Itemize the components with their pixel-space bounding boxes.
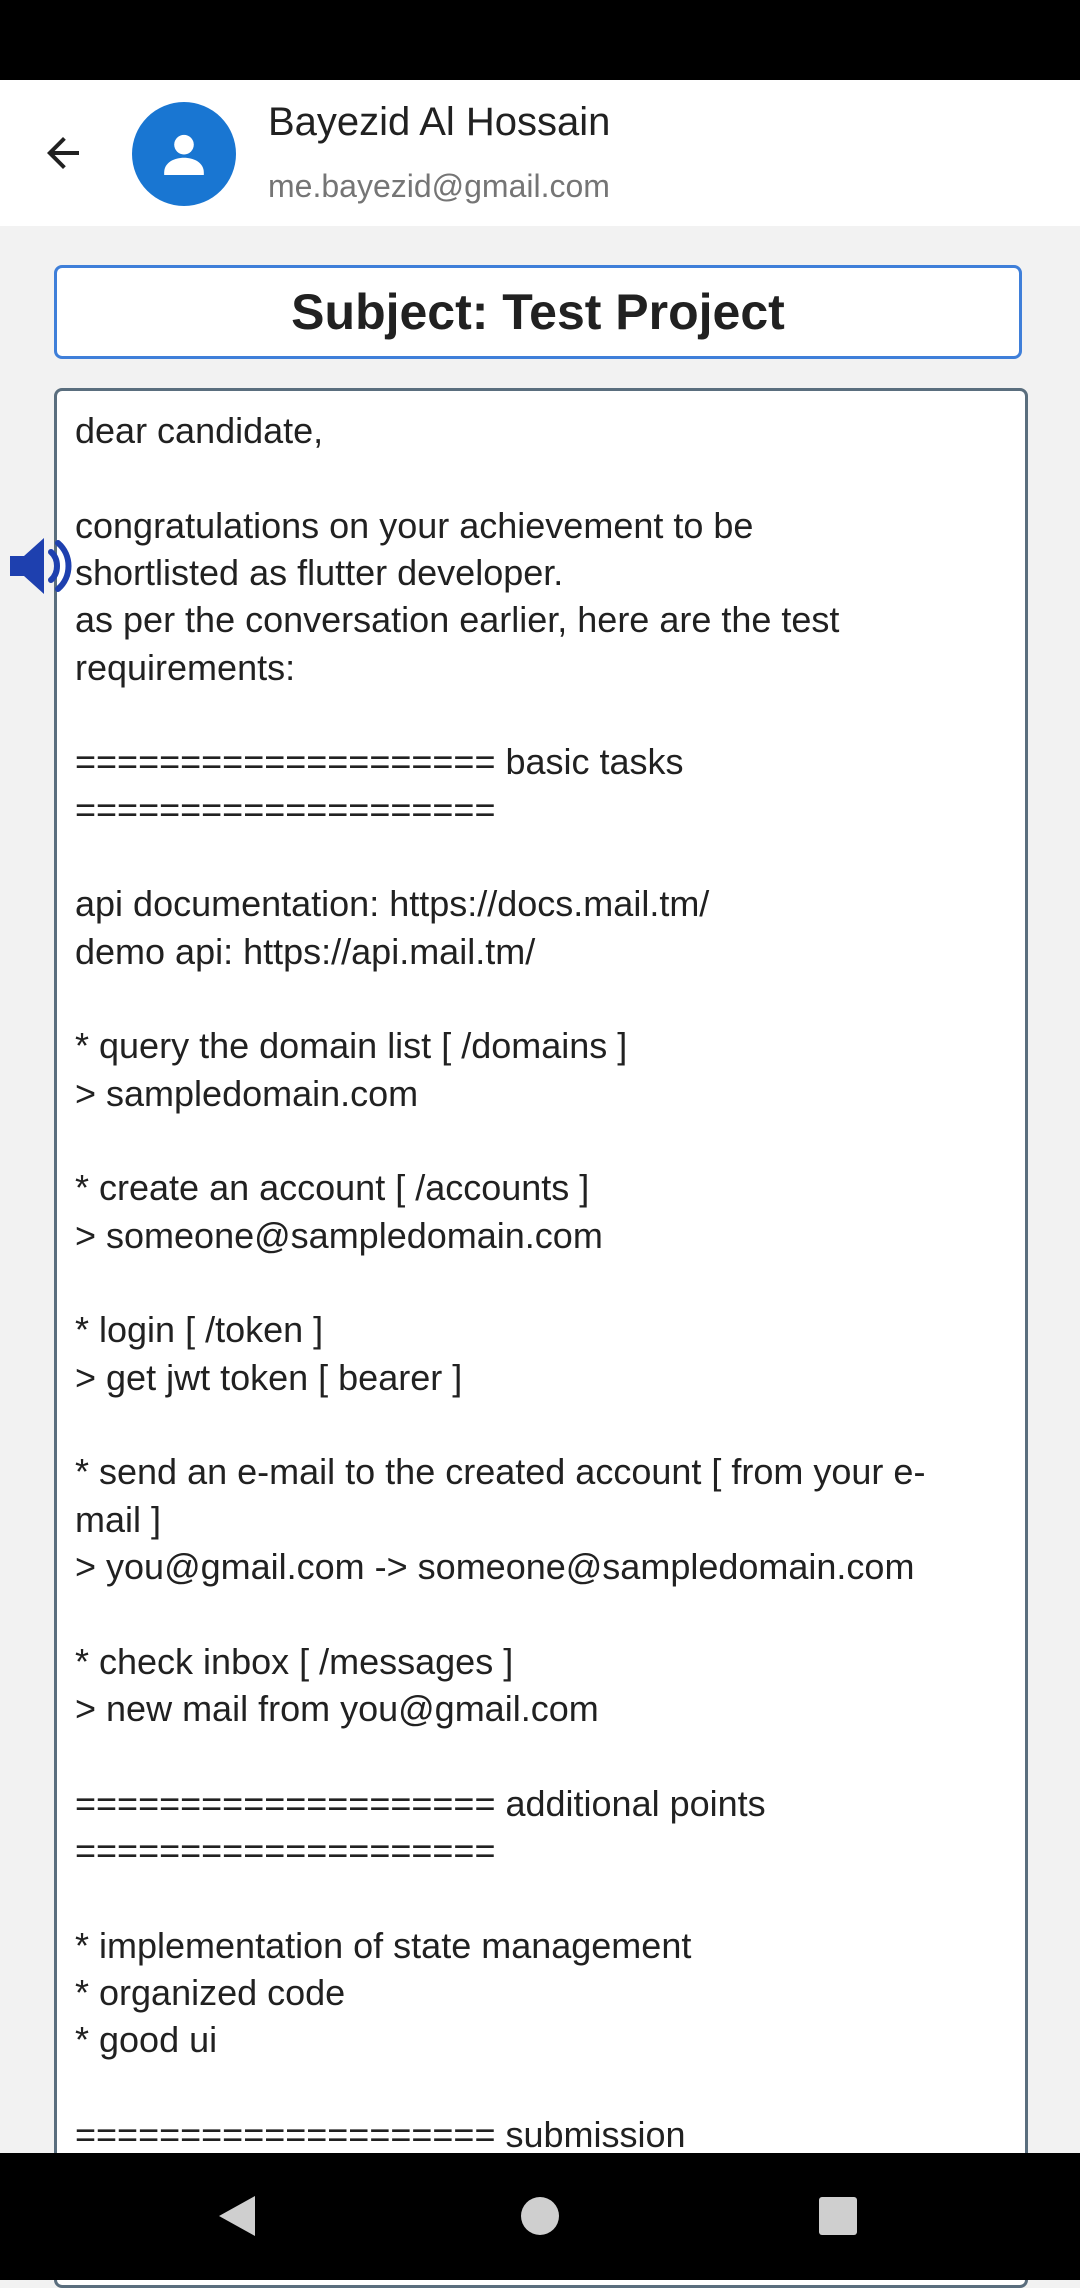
body-blank-line — [75, 1874, 1015, 1921]
body-text-line: demo api: https://api.mail.tm/ — [75, 930, 536, 972]
body-text-line: * send an e-mail to the created account … — [75, 1451, 926, 1493]
body-text-line: ==================== basic tasks — [75, 741, 684, 783]
body-blank-line — [75, 1590, 1015, 1637]
body-text-line: * organized code — [75, 1971, 346, 2013]
sender-name: Bayezid Al Hossain — [268, 100, 611, 144]
body-text-line: * check inbox [ /messages ] — [75, 1640, 514, 1682]
body-text-line: > someone@sampledomain.com — [75, 1214, 603, 1256]
body-blank-line — [75, 2063, 1015, 2110]
back-button[interactable] — [30, 118, 96, 188]
body-text-line: * login [ /token ] — [75, 1309, 324, 1351]
nav-back-button[interactable] — [205, 2183, 271, 2249]
body-text-line: * query the domain list [ /domains ] — [75, 1025, 628, 1067]
body-blank-line — [75, 1259, 1015, 1306]
nav-recents-square-icon — [819, 2197, 857, 2235]
body-text-line: > sampledomain.com — [75, 1072, 419, 1114]
sender-email: me.bayezid@gmail.com — [268, 168, 610, 204]
nav-back-triangle-icon — [219, 2196, 255, 2236]
body-text-line: * create an account [ /accounts ] — [75, 1167, 590, 1209]
body-blank-line — [75, 1117, 1015, 1164]
body-text-line: congratulations on your achievement to b… — [75, 504, 754, 546]
body-text-line: > get jwt token [ bearer ] — [75, 1356, 463, 1398]
speaker-volume-icon — [10, 538, 72, 594]
text-to-speech-button[interactable] — [6, 528, 82, 604]
body-text-line: * good ui — [75, 2019, 218, 2061]
system-nav-bar — [0, 2153, 1080, 2280]
body-text-line: > new mail from you@gmail.com — [75, 1687, 599, 1729]
body-text-line: ==================== submission — [75, 2113, 686, 2155]
arrow-back-icon — [47, 137, 79, 169]
nav-home-button[interactable] — [507, 2183, 573, 2249]
body-text-line: shortlisted as flutter developer. — [75, 551, 564, 593]
body-blank-line — [75, 975, 1015, 1022]
body-text-line: requirements: — [75, 646, 296, 688]
body-text-line: ==================== — [75, 788, 496, 830]
body-blank-line — [75, 833, 1015, 880]
body-blank-line — [75, 1732, 1015, 1779]
body-text-line: dear candidate, — [75, 410, 324, 451]
body-blank-line — [75, 691, 1015, 738]
body-text-line: mail ] — [75, 1498, 162, 1540]
body-text-line: > you@gmail.com -> someone@sampledomain.… — [75, 1545, 915, 1587]
subject-text: Subject: Test Project — [291, 284, 785, 340]
message-body-text: dear candidate, congratulations on your a… — [75, 407, 1015, 2158]
subject-field: Subject: Test Project — [54, 265, 1022, 359]
body-blank-line — [75, 454, 1015, 501]
body-text-line: api documentation: https://docs.mail.tm/ — [75, 883, 710, 925]
nav-home-circle-icon — [521, 2197, 559, 2235]
body-text-line: as per the conversation earlier, here ar… — [75, 599, 840, 641]
message-body[interactable]: dear candidate, congratulations on your a… — [54, 388, 1028, 2288]
body-text-line: * implementation of state management — [75, 1924, 692, 1966]
body-text-line: ==================== — [75, 1829, 496, 1871]
body-blank-line — [75, 1401, 1015, 1448]
person-icon — [164, 134, 204, 175]
status-bar — [0, 0, 1080, 80]
body-text-line: ==================== additional points — [75, 1782, 766, 1824]
avatar[interactable] — [132, 102, 236, 206]
app-bar: Bayezid Al Hossain me.bayezid@gmail.com — [0, 80, 1080, 226]
nav-recents-button[interactable] — [805, 2183, 871, 2249]
